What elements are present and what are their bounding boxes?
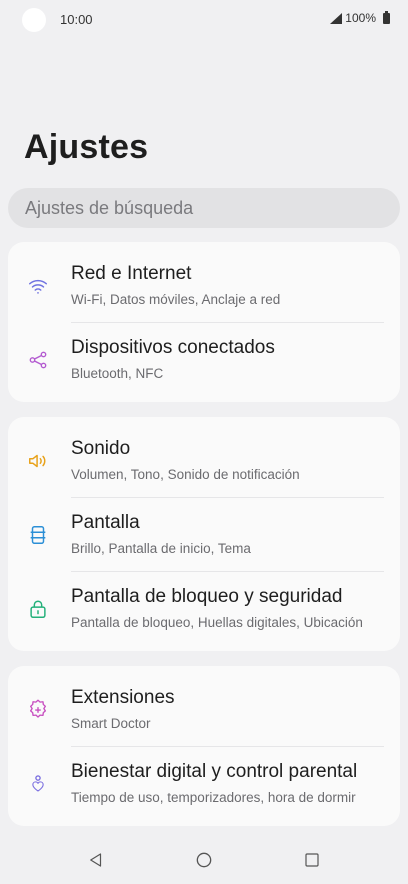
- setting-subtitle: Wi-Fi, Datos móviles, Anclaje a red: [71, 292, 281, 307]
- share-icon: [26, 348, 50, 372]
- recents-icon[interactable]: [300, 848, 324, 872]
- setting-title: Bienestar digital y control parental: [71, 761, 358, 782]
- status-indicators: 100%: [330, 10, 390, 25]
- settings-group-extras: Extensiones Smart Doctor Bienestar digit…: [8, 666, 400, 826]
- setting-subtitle: Bluetooth, NFC: [71, 366, 164, 381]
- search-input[interactable]: Ajustes de búsqueda: [8, 188, 400, 228]
- status-bar: 10:00 100%: [0, 0, 408, 40]
- page-title: Ajustes: [24, 128, 149, 166]
- setting-title: Red e Internet: [71, 263, 192, 284]
- settings-group-connections: Red e Internet Wi-Fi, Datos móviles, Anc…: [8, 242, 400, 402]
- setting-red-internet[interactable]: Red e Internet Wi-Fi, Datos móviles, Anc…: [8, 249, 400, 323]
- back-icon[interactable]: [84, 848, 108, 872]
- setting-sonido[interactable]: Sonido Volumen, Tono, Sonido de notifica…: [8, 424, 400, 498]
- setting-pantalla[interactable]: Pantalla Brillo, Pantalla de inicio, Tem…: [8, 498, 400, 572]
- setting-subtitle: Volumen, Tono, Sonido de notificación: [71, 467, 300, 482]
- signal-icon: [330, 12, 343, 24]
- setting-pantalla-bloqueo[interactable]: Pantalla de bloqueo y seguridad Pantalla…: [8, 572, 400, 646]
- setting-title: Pantalla: [71, 512, 140, 533]
- setting-title: Extensiones: [71, 687, 175, 708]
- setting-title: Sonido: [71, 438, 131, 459]
- home-icon[interactable]: [192, 848, 216, 872]
- wellbeing-icon: [26, 772, 50, 796]
- setting-title: Dispositivos conectados: [71, 337, 275, 358]
- search-placeholder: Ajustes de búsqueda: [25, 197, 194, 218]
- battery-icon: [383, 10, 390, 24]
- status-time: 10:00: [60, 12, 93, 27]
- setting-subtitle: Smart Doctor: [71, 716, 151, 731]
- puzzle-icon: [26, 698, 50, 722]
- lock-icon: [26, 597, 50, 621]
- setting-bienestar-digital[interactable]: Bienestar digital y control parental Tie…: [8, 747, 400, 821]
- settings-group-device: Sonido Volumen, Tono, Sonido de notifica…: [8, 417, 400, 651]
- setting-extensiones[interactable]: Extensiones Smart Doctor: [8, 673, 400, 747]
- display-icon: [26, 523, 50, 547]
- speaker-icon: [26, 449, 50, 473]
- setting-subtitle: Pantalla de bloqueo, Huellas digitales, …: [71, 615, 363, 630]
- navigation-bar: [0, 836, 408, 884]
- setting-subtitle: Tiempo de uso, temporizadores, hora de d…: [71, 790, 356, 805]
- setting-dispositivos-conectados[interactable]: Dispositivos conectados Bluetooth, NFC: [8, 323, 400, 397]
- setting-subtitle: Brillo, Pantalla de inicio, Tema: [71, 541, 251, 556]
- camera-cutout: [22, 8, 46, 32]
- battery-percent: 100%: [345, 11, 376, 25]
- wifi-icon: [26, 274, 50, 298]
- setting-title: Pantalla de bloqueo y seguridad: [71, 586, 343, 607]
